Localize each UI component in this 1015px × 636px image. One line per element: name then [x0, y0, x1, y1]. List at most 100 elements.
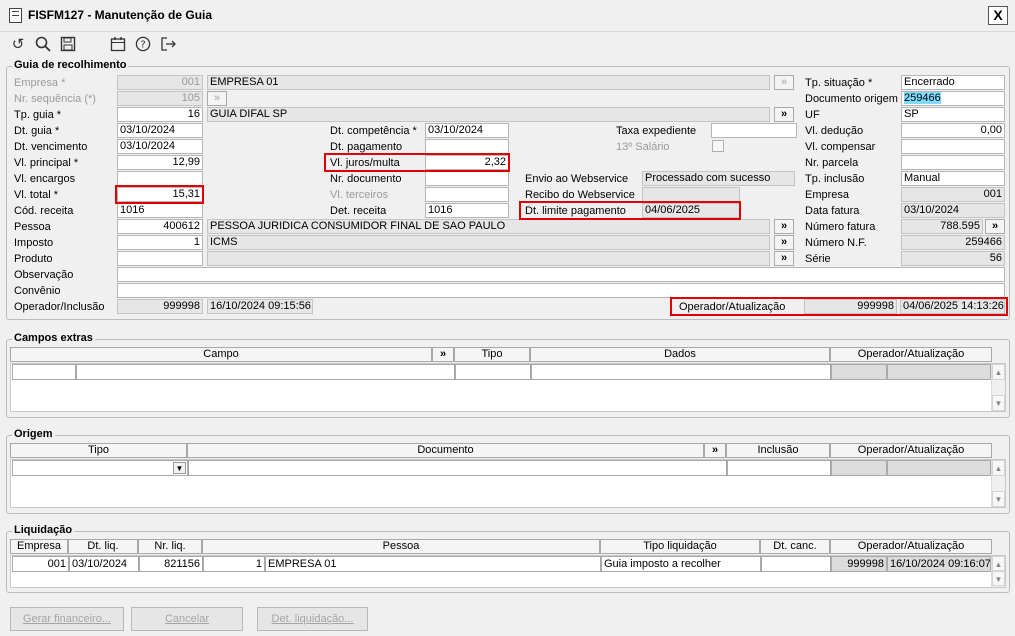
scroll-up-icon[interactable]: ▲	[992, 460, 1005, 476]
imposto-lookup-button[interactable]: »	[774, 235, 794, 250]
col-documento-expand[interactable]: »	[704, 443, 726, 458]
scroll-up-icon[interactable]: ▲	[992, 364, 1005, 380]
origem-tipo-select[interactable]: ▼	[12, 460, 188, 476]
produto-code-input[interactable]	[117, 251, 203, 266]
dt-pagamento-input[interactable]	[425, 139, 509, 154]
imposto-code-input[interactable]: 1	[117, 235, 203, 250]
convenio-input[interactable]	[117, 283, 1005, 298]
dt-vencimento-label: Dt. vencimento	[14, 141, 88, 153]
grid-cell[interactable]	[12, 364, 76, 380]
dt-limite-field: 04/06/2025	[642, 203, 740, 218]
grid-cell[interactable]	[455, 364, 531, 380]
serie-label: Série	[805, 253, 831, 265]
operador-atualizacao-label: Operador/Atualização	[679, 301, 786, 313]
tp-guia-code-input[interactable]: 16	[117, 107, 203, 122]
grid-cell[interactable]	[727, 460, 831, 476]
tp-inclusao-input[interactable]: Manual	[901, 171, 1005, 186]
undo-icon[interactable]: ↺	[8, 36, 28, 54]
search-icon[interactable]	[33, 36, 53, 54]
dt-guia-label: Dt. guia *	[14, 125, 60, 137]
vl-encargos-input[interactable]	[117, 171, 203, 186]
col-nr-liq[interactable]: Nr. liq.	[138, 539, 202, 554]
dt-competencia-input[interactable]: 03/10/2024	[425, 123, 509, 138]
help-icon[interactable]: ?	[133, 36, 153, 54]
gerar-financeiro-button[interactable]: Gerar financeiro...	[10, 607, 124, 631]
dt-guia-input[interactable]: 03/10/2024	[117, 123, 203, 138]
col-tipo[interactable]: Tipo	[10, 443, 187, 458]
scroll-up-icon[interactable]: ▲	[992, 556, 1005, 571]
vl-deducao-input[interactable]: 0,00	[901, 123, 1005, 138]
grid-cell	[831, 364, 887, 380]
vl-terceiros-input[interactable]	[425, 187, 509, 202]
col-inclusao[interactable]: Inclusão	[726, 443, 830, 458]
col-pessoa[interactable]: Pessoa	[202, 539, 600, 554]
col-dados[interactable]: Dados	[530, 347, 830, 362]
window-title: FISFM127 - Manutenção de Guia	[28, 8, 213, 22]
grid-cell[interactable]	[531, 364, 831, 380]
col-dt-liq[interactable]: Dt. liq.	[68, 539, 138, 554]
vl-compensar-input[interactable]	[901, 139, 1005, 154]
calendar-icon[interactable]	[108, 36, 128, 54]
scroll-down-icon[interactable]: ▼	[992, 491, 1005, 507]
decimo-terceiro-checkbox[interactable]	[712, 140, 724, 152]
tp-guia-name-field: GUIA DIFAL SP	[207, 107, 770, 122]
nr-documento-input[interactable]	[425, 171, 509, 186]
save-icon[interactable]	[58, 36, 78, 54]
origem-scrollbar[interactable]: ▲ ▼	[991, 460, 1005, 507]
grid-cell[interactable]	[188, 460, 727, 476]
col-operador[interactable]: Operador/Atualização	[830, 347, 992, 362]
liq-dt-cell[interactable]: 03/10/2024	[69, 556, 139, 572]
documento-origem-input[interactable]: 259466	[901, 91, 1005, 106]
col-campo[interactable]: Campo	[10, 347, 432, 362]
observacao-input[interactable]	[117, 267, 1005, 282]
col-documento[interactable]: Documento	[187, 443, 704, 458]
liq-empresa-cell[interactable]: 001	[12, 556, 69, 572]
det-receita-input[interactable]: 1016	[425, 203, 509, 218]
scroll-down-icon[interactable]: ▼	[992, 571, 1005, 586]
title-bar: FISFM127 - Manutenção de Guia X	[0, 0, 1015, 32]
observacao-label: Observação	[14, 269, 74, 281]
liq-nr-cell[interactable]: 821156	[139, 556, 203, 572]
empresa-name-field: EMPRESA 01	[207, 75, 770, 90]
col-campo-expand[interactable]: »	[432, 347, 454, 362]
cod-receita-input[interactable]: 1016	[117, 203, 203, 218]
col-empresa[interactable]: Empresa	[10, 539, 68, 554]
tp-guia-lookup-button[interactable]: »	[774, 107, 794, 122]
close-button[interactable]: X	[988, 6, 1008, 25]
dt-vencimento-input[interactable]: 03/10/2024	[117, 139, 203, 154]
exit-icon[interactable]	[158, 36, 178, 54]
liq-pessoa-name-cell[interactable]: EMPRESA 01	[265, 556, 601, 572]
liq-pessoa-code-cell[interactable]: 1	[203, 556, 265, 572]
vl-juros-input[interactable]: 2,32	[425, 155, 509, 170]
nr-sequencia-input[interactable]: 105	[117, 91, 203, 106]
uf-input[interactable]: SP	[901, 107, 1005, 122]
empresa-lookup-button[interactable]: »	[774, 75, 794, 90]
col-operador[interactable]: Operador/Atualização	[830, 539, 992, 554]
cancelar-button[interactable]: Cancelar	[131, 607, 243, 631]
liquidacao-scrollbar[interactable]: ▲ ▼	[991, 556, 1005, 587]
nr-parcela-input[interactable]	[901, 155, 1005, 170]
nr-sequencia-lookup-button[interactable]: »	[207, 91, 227, 106]
tp-situacao-input[interactable]: Encerrado	[901, 75, 1005, 90]
liq-tipo-cell[interactable]: Guia imposto a recolher	[601, 556, 761, 572]
liq-dt-canc-cell[interactable]	[761, 556, 831, 572]
col-tipo-liquidacao[interactable]: Tipo liquidação	[600, 539, 760, 554]
campos-extras-scrollbar[interactable]: ▲ ▼	[991, 364, 1005, 411]
pessoa-lookup-button[interactable]: »	[774, 219, 794, 234]
grid-cell[interactable]	[76, 364, 455, 380]
produto-lookup-button[interactable]: »	[774, 251, 794, 266]
det-liquidacao-button[interactable]: Det. liquidação...	[257, 607, 368, 631]
numero-fatura-lookup-button[interactable]: »	[985, 219, 1005, 234]
scroll-down-icon[interactable]: ▼	[992, 395, 1005, 411]
tp-situacao-label: Tp. situação *	[805, 77, 873, 89]
col-dt-canc[interactable]: Dt. canc.	[760, 539, 830, 554]
col-tipo[interactable]: Tipo	[454, 347, 530, 362]
empresa-code-input[interactable]: 001	[117, 75, 203, 90]
vl-terceiros-label: Vl. terceiros	[330, 189, 389, 201]
col-operador[interactable]: Operador/Atualização	[830, 443, 992, 458]
vl-principal-input[interactable]: 12,99	[117, 155, 203, 170]
chevron-down-icon[interactable]: ▼	[173, 462, 186, 474]
taxa-expediente-input[interactable]	[711, 123, 797, 138]
pessoa-code-input[interactable]: 400612	[117, 219, 203, 234]
vl-total-input[interactable]: 15,31	[117, 187, 203, 202]
